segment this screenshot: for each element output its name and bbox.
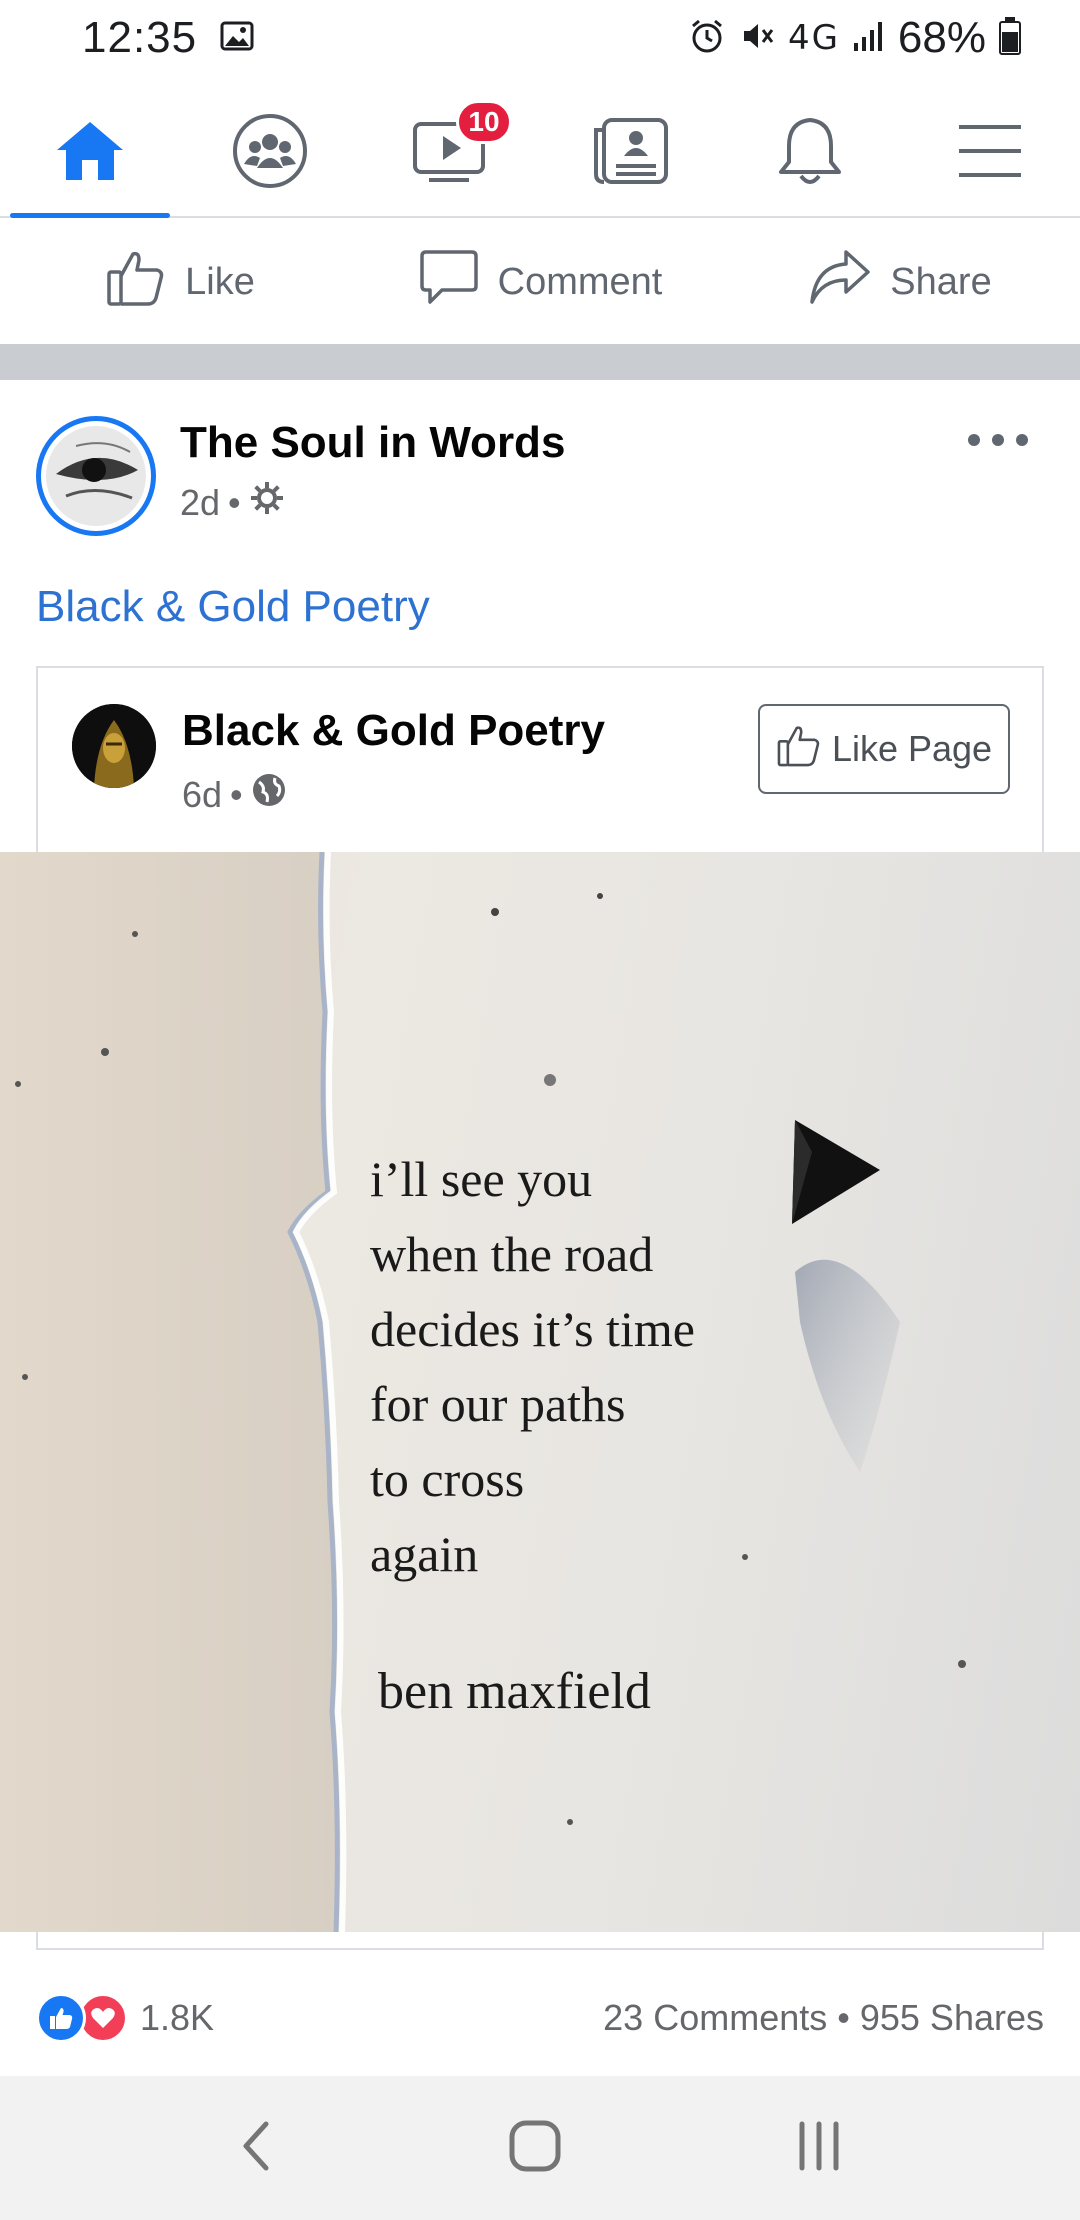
recent-apps-icon[interactable] [794,2120,844,2177]
post-image[interactable]: i’ll see you when the road decides it’s … [0,852,1080,1932]
share-button[interactable]: Share [720,220,1080,344]
poem-line: i’ll see you [370,1151,593,1207]
status-time: 12:35 [82,13,198,62]
alarm-icon [688,17,726,60]
battery-icon [998,16,1022,61]
post-header: The Soul in Words 2d • [0,380,1080,560]
comment-button[interactable]: Comment [360,220,720,344]
home-icon [53,118,127,189]
tab-menu[interactable] [900,90,1080,216]
globe-icon [251,772,287,817]
post-author-name[interactable]: The Soul in Words [180,418,565,468]
meta-separator: • [230,773,243,815]
notification-badge: 10 [456,100,512,144]
more-options-icon[interactable] [968,420,1028,460]
author-avatar[interactable] [36,416,156,536]
back-icon[interactable] [236,2118,276,2179]
share-icon [808,246,872,318]
thumbs-up-icon [776,722,822,777]
tab-news[interactable] [540,90,720,216]
signal-icon [852,19,886,58]
share-label: Share [890,260,992,303]
poem-line: when the road [370,1226,654,1282]
post-action-bar: Like Comment Share [0,220,1080,344]
reaction-count-button[interactable]: 1.8K [36,1993,214,2043]
comment-icon [418,246,480,318]
shared-author-avatar[interactable] [72,704,156,788]
battery-percent: 68% [897,13,986,62]
tab-notifications[interactable] [720,90,900,216]
like-page-button[interactable]: Like Page [758,704,1010,794]
bell-icon [775,114,845,193]
like-label: Like [185,260,255,303]
tab-groups[interactable] [180,90,360,216]
image-icon [219,18,255,59]
reactions-summary: 1.8K 23 Comments • 955 Shares [0,1960,1080,2076]
like-page-label: Like Page [831,728,993,769]
poem-line: decides it’s time [370,1301,695,1357]
poem-line: to cross [370,1451,525,1507]
gear-icon [249,480,285,525]
system-nav-bar [0,2076,1080,2220]
post-time: 2d [180,481,221,523]
engagement-stats: 23 Comments • 955 Shares [603,1997,1044,2039]
reaction-count: 1.8K [140,1997,215,2038]
like-reaction-icon [36,1993,86,2043]
top-nav: 10 [0,90,1080,218]
group-link[interactable]: Black & Gold Poetry [36,582,430,632]
poem-author: ben maxfield [378,1663,651,1720]
thumbs-up-icon [105,246,167,318]
home-button-icon[interactable] [508,2119,562,2178]
shares-count[interactable]: 955 Shares [860,1997,1044,2039]
poem-line: again [370,1526,479,1582]
mute-icon [738,17,776,60]
groups-icon [231,112,309,195]
network-icon: 4G [787,18,840,58]
menu-icon [955,121,1025,186]
status-bar: 12:35 4G 68% [0,0,1080,76]
poem-text: i’ll see you when the road decides it’s … [370,1142,695,1592]
post-meta: 2d • [180,480,285,525]
comment-label: Comment [497,260,663,303]
like-button[interactable]: Like [0,220,360,344]
shared-post-header: Black & Gold Poetry 6d • Like Page [38,668,1042,852]
tab-home[interactable] [0,90,180,218]
comments-count[interactable]: 23 Comments [603,1997,827,2039]
poem-line: for our paths [370,1376,626,1432]
feed-divider [0,344,1080,380]
tab-watch[interactable]: 10 [360,90,540,216]
shared-post-meta: 6d • [182,772,287,817]
stats-separator: • [837,1997,850,2038]
shared-author-name[interactable]: Black & Gold Poetry [182,706,605,756]
news-icon [590,116,670,191]
shared-post-time: 6d [182,773,223,815]
meta-separator: • [228,481,241,523]
